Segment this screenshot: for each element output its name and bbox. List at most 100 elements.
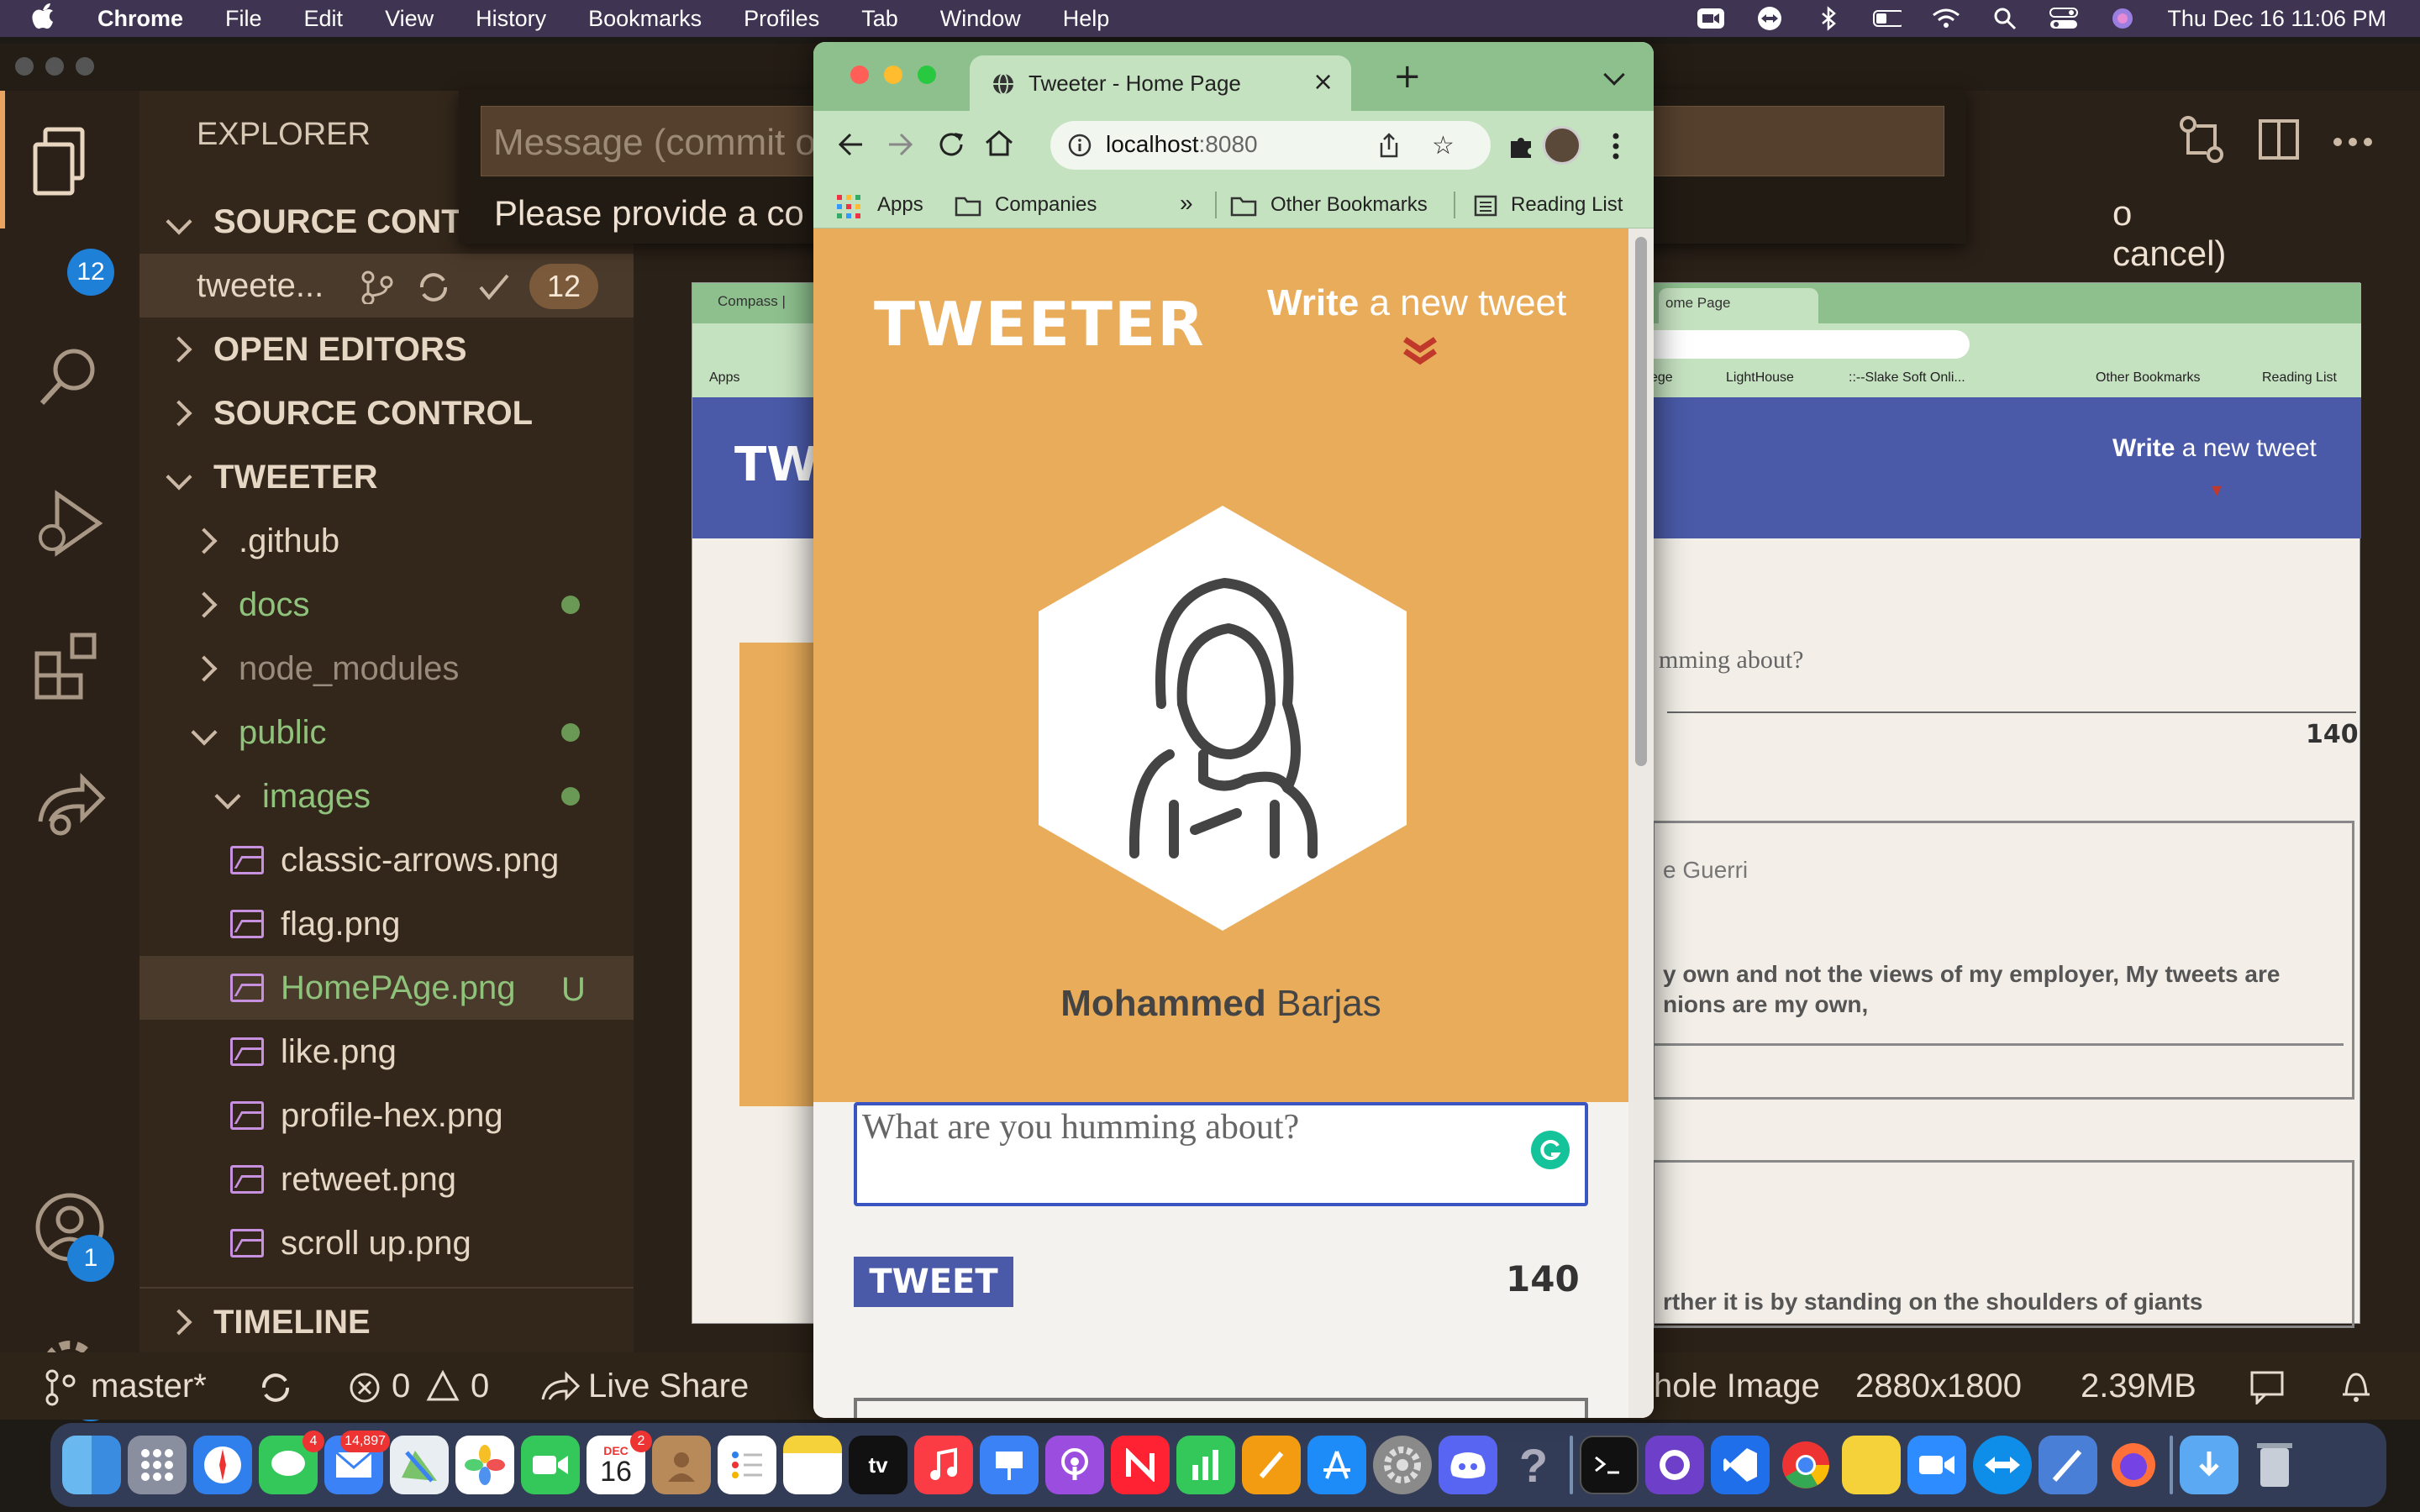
zoom-icon[interactable] [1907,1436,1966,1494]
double-chevron-down-icon[interactable] [1402,336,1439,370]
teamviewer-dock-icon[interactable] [1973,1436,2032,1494]
zoom-video-icon[interactable] [1697,8,1725,29]
tree-item-file[interactable]: retweet.png [139,1147,634,1211]
new-tab-icon[interactable]: + [1393,57,1422,96]
mail-icon[interactable]: 14,897 [324,1431,390,1494]
tree-item-images[interactable]: images [139,764,634,828]
trash-icon[interactable] [2245,1436,2304,1494]
sync-icon[interactable] [259,1371,292,1413]
apple-logo-icon[interactable] [30,2,55,36]
more-actions-icon[interactable] [2333,134,2373,150]
bookmark-star-icon[interactable]: ☆ [1432,131,1455,160]
siri-icon[interactable] [2108,8,2137,29]
photos-icon[interactable] [455,1436,514,1494]
branch-icon[interactable] [360,270,397,312]
menu-file[interactable]: File [225,6,262,32]
facetime-icon[interactable] [521,1436,580,1494]
downloads-folder-icon[interactable] [2180,1436,2238,1494]
podcasts-icon[interactable] [1045,1436,1104,1494]
tweet-button[interactable]: TWEET [854,1257,1013,1307]
tree-item-node-modules[interactable]: node_modules [139,637,634,701]
live-share-label[interactable]: Live Share [588,1368,749,1405]
split-editor-icon[interactable] [2257,118,2301,165]
calendar-icon[interactable]: DEC 16 2 [587,1431,652,1494]
tree-item-file[interactable]: classic-arrows.png [139,828,634,892]
write-tweet-link[interactable]: Write a new tweet [1267,282,1566,324]
close-tab-icon[interactable]: × [1313,67,1334,97]
safari-icon[interactable] [193,1436,252,1494]
launchpad-icon[interactable] [128,1436,187,1494]
close-window-button[interactable] [850,66,869,84]
bookmark-apps[interactable]: Apps [877,193,923,217]
menu-app-name[interactable]: Chrome [97,6,183,32]
firefox-icon[interactable] [2104,1436,2163,1494]
notes-icon[interactable] [783,1436,842,1494]
menu-bookmarks[interactable]: Bookmarks [588,6,702,32]
info-icon[interactable] [1067,133,1092,161]
zoom-window-button[interactable] [918,66,936,84]
feedback-icon[interactable] [2249,1369,2286,1413]
extensions-icon[interactable] [32,628,108,707]
tree-item-file[interactable]: flag.png [139,892,634,956]
bookmark-companies[interactable]: Companies [995,193,1097,217]
sync-icon[interactable] [417,270,450,312]
zoom-dot-inactive[interactable] [76,57,94,76]
share-icon[interactable] [1376,131,1402,163]
contacts-icon[interactable] [652,1436,711,1494]
grammarly-icon[interactable] [1531,1131,1570,1169]
notifications-bell-icon[interactable] [2339,1369,2373,1413]
reminders-icon[interactable] [718,1436,776,1494]
chrome-menu-icon[interactable] [1612,131,1620,165]
tab-active[interactable]: Tweeter - Home Page × [970,55,1351,111]
live-share-icon[interactable] [32,771,108,842]
live-share-icon[interactable] [539,1371,581,1413]
xcode-icon[interactable] [2039,1436,2097,1494]
branch-name[interactable]: master* [91,1368,207,1405]
menu-tab[interactable]: Tab [861,6,898,32]
news-icon[interactable] [1111,1436,1170,1494]
app-store-icon[interactable] [1307,1436,1366,1494]
tree-item-docs[interactable]: docs [139,573,634,637]
repo-row[interactable]: tweete... 12 [139,254,634,318]
scrollbar-track[interactable] [1628,228,1654,1418]
tree-item-file[interactable]: scroll up.png [139,1211,634,1275]
search-icon[interactable] [35,343,103,413]
teamviewer-icon[interactable] [1755,7,1784,30]
tree-item-file-selected[interactable]: HomePAge.png U [139,956,634,1020]
minimize-window-button[interactable] [884,66,902,84]
music-icon[interactable] [914,1436,973,1494]
warning-icon[interactable] [425,1369,460,1411]
maps-icon[interactable] [390,1436,449,1494]
menu-edit[interactable]: Edit [304,6,344,32]
vscode-icon[interactable] [1711,1436,1770,1494]
scrollbar-thumb[interactable] [1635,237,1647,766]
battery-icon[interactable] [1873,8,1902,29]
back-arrow-icon[interactable] [835,129,865,163]
menu-window[interactable]: Window [940,6,1021,32]
tree-item-file[interactable]: profile-hex.png [139,1084,634,1147]
tree-item-github[interactable]: .github [139,509,634,573]
apple-tv-icon[interactable]: tv [849,1436,908,1494]
source-control-collapsed-section[interactable]: SOURCE CONTROL [139,381,634,445]
open-editors-section[interactable]: OPEN EDITORS [139,318,634,381]
forward-arrow-icon[interactable] [886,129,916,163]
menu-clock[interactable]: Thu Dec 16 11:06 PM [2167,6,2386,32]
spotlight-search-icon[interactable] [1991,8,2019,30]
files-icon[interactable] [32,126,97,198]
commit-check-icon[interactable] [477,272,511,311]
messages-icon[interactable]: 4 [259,1431,324,1494]
bookmark-other[interactable]: Other Bookmarks [1270,193,1428,217]
profile-avatar[interactable] [1543,126,1581,165]
pages-icon[interactable] [1242,1436,1301,1494]
tree-item-file[interactable]: like.png [139,1020,634,1084]
reload-icon[interactable] [936,129,966,163]
apps-grid-icon[interactable] [837,195,860,222]
bookmarks-overflow-button[interactable]: » [1180,190,1193,217]
error-icon[interactable] [348,1371,381,1413]
wifi-icon[interactable] [1932,8,1960,29]
url-text[interactable]: localhost:8080 [1106,131,1258,158]
omnibox[interactable]: localhost:8080 ☆ [1050,121,1491,170]
finder-icon[interactable] [62,1436,121,1494]
minimize-dot-inactive[interactable] [45,57,64,76]
extensions-puzzle-icon[interactable] [1507,131,1536,163]
